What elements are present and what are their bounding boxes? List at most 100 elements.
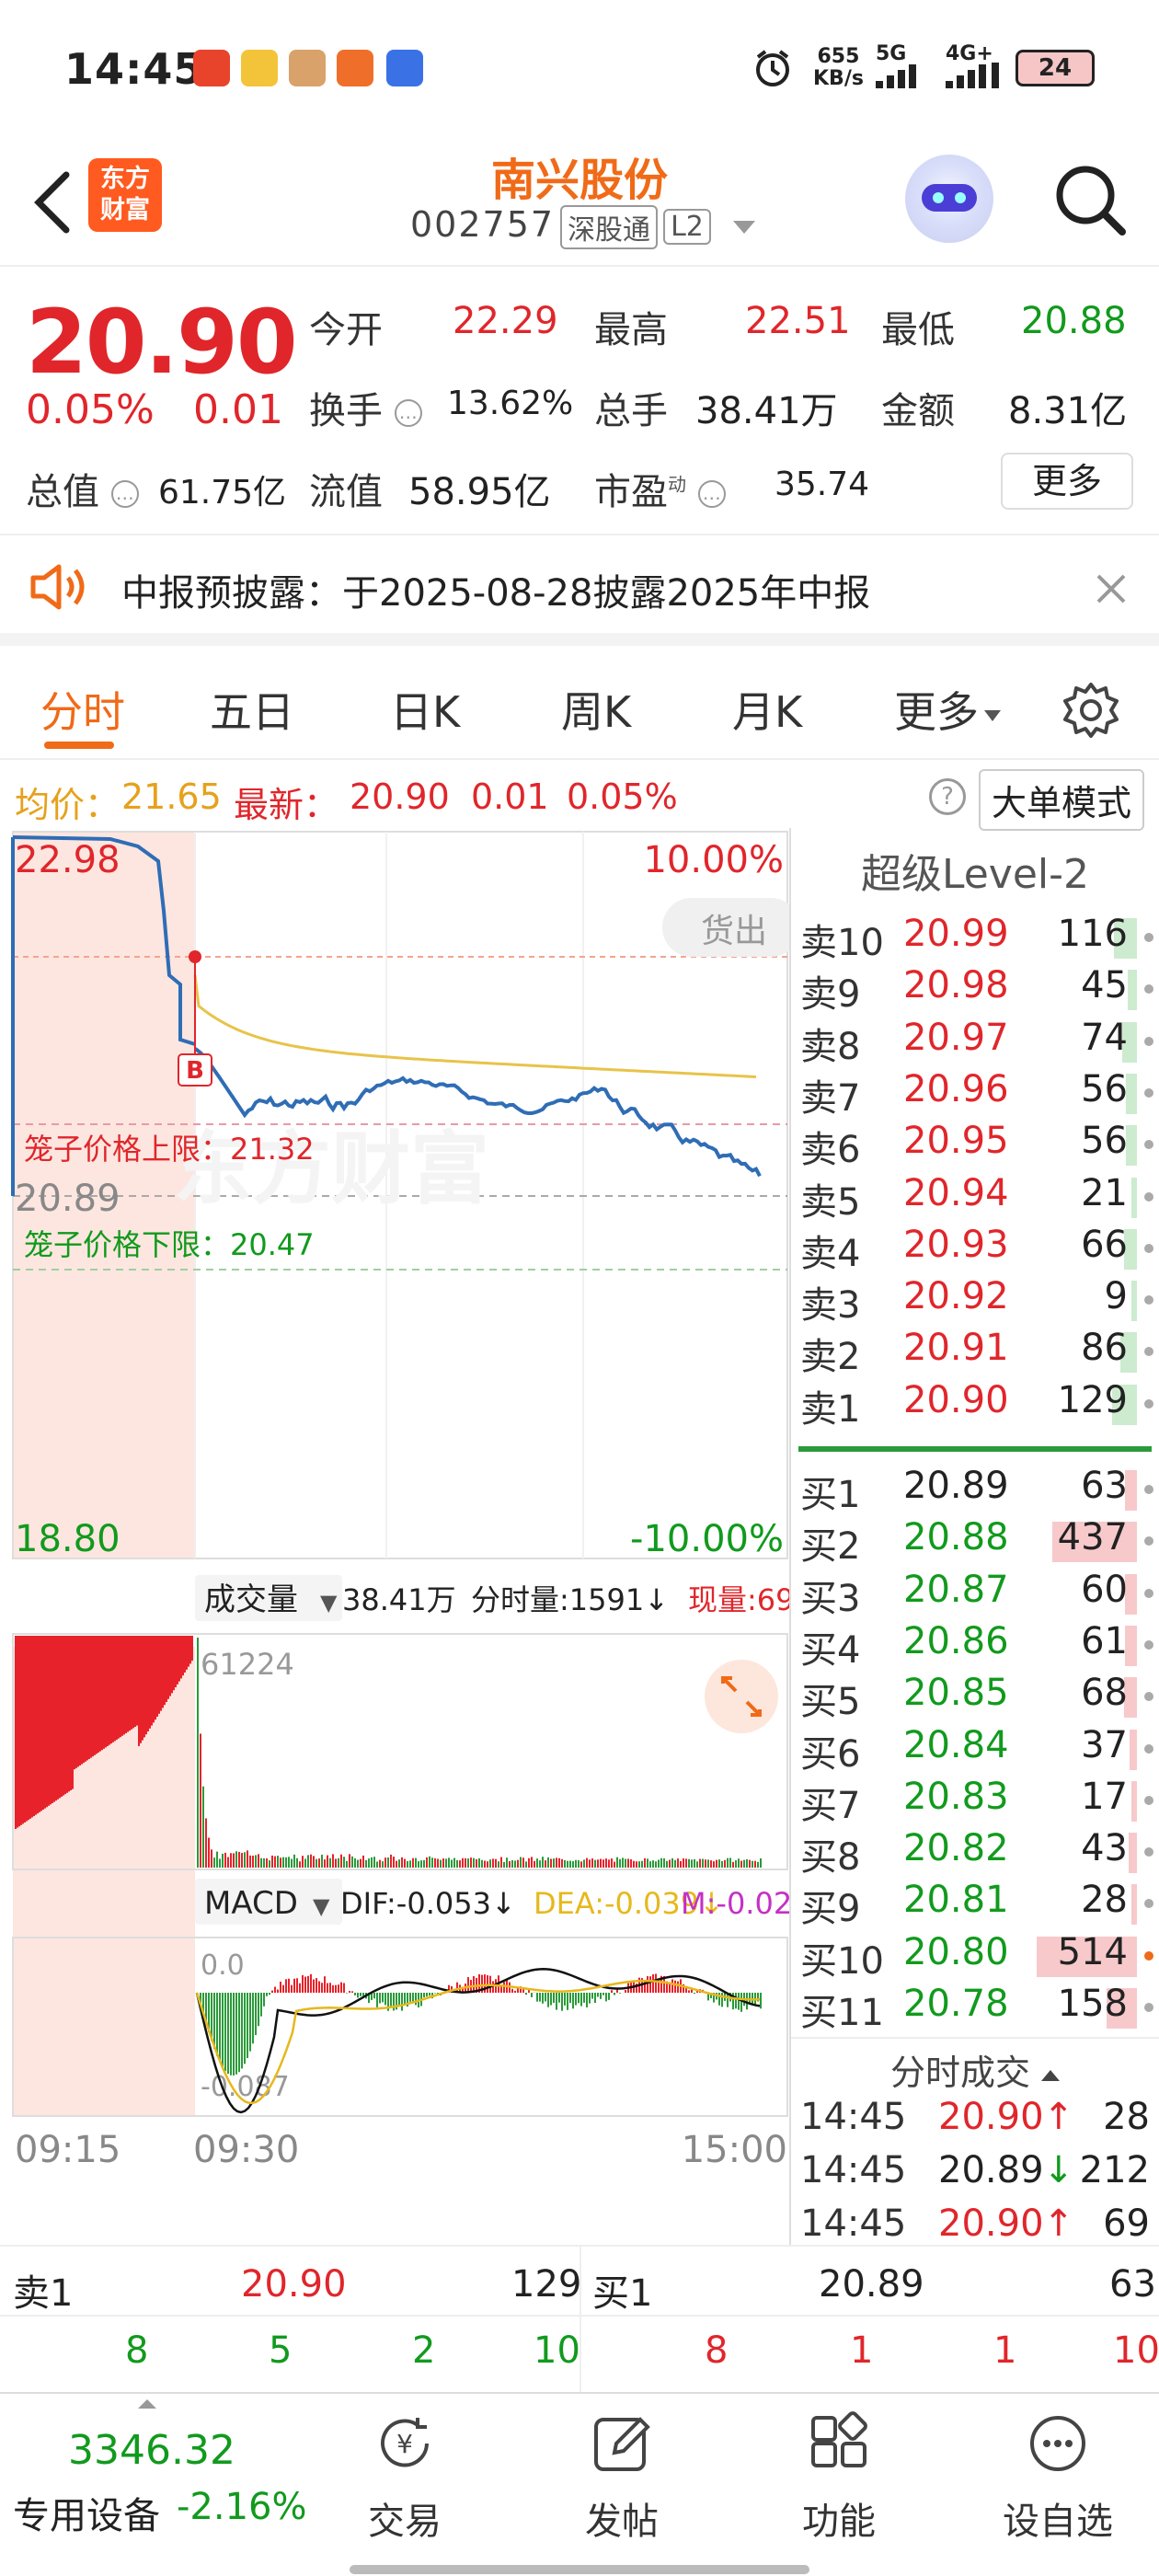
bottom-nav: 3346.32 专用设备 -2.16% ¥ 交易 发帖 功能 设自选	[0, 2392, 1159, 2576]
ask-row[interactable]: 卖6 20.95 56	[800, 1120, 1159, 1171]
volume-bar	[718, 1859, 720, 1868]
volume-bar	[33, 1636, 35, 1816]
bid-row[interactable]: 买1 20.89 63	[800, 1465, 1159, 1516]
ask-row[interactable]: 卖7 20.96 56	[800, 1068, 1159, 1120]
close-icon[interactable]	[1093, 570, 1130, 607]
search-icon[interactable]	[1049, 158, 1131, 241]
macd-bar	[219, 1993, 221, 2063]
sell1-volume: 129	[511, 2263, 582, 2306]
mktcap-value: 61.75亿	[158, 474, 287, 512]
macd-bar	[503, 1982, 505, 1993]
order-book-title[interactable]: 超级Level-2	[791, 841, 1159, 900]
intraday-chart-svg[interactable]: B 东方财富 22.98 10.00% 20.89 18.80 -10.00% …	[0, 828, 835, 2245]
macd-bar	[373, 1993, 375, 1999]
volume-bar	[324, 1859, 326, 1868]
macd-bar	[594, 1993, 596, 2004]
dot-icon	[1144, 1191, 1153, 1202]
macd-bar	[589, 1993, 591, 2004]
volume-bar	[249, 1855, 251, 1868]
assistant-robot-icon[interactable]	[905, 155, 993, 243]
volume-bar	[156, 1636, 158, 1717]
home-indicator[interactable]	[350, 2565, 809, 2574]
bid-row[interactable]: 买4 20.86 61	[800, 1620, 1159, 1672]
volume-bar	[517, 1859, 519, 1868]
notice-bar[interactable]: 中报预披露：于2025-08-28披露2025年中报	[0, 535, 1159, 646]
info-icon[interactable]: …	[697, 480, 726, 508]
ask-row[interactable]: 卖2 20.91 86	[800, 1327, 1159, 1378]
info-icon[interactable]: …	[110, 480, 139, 508]
expand-icon[interactable]	[705, 1660, 778, 1733]
stock-code-row[interactable]: 002757 深股通 L2	[410, 204, 755, 249]
trade-price: 20.90	[938, 2202, 1044, 2245]
nav-post[interactable]: 发帖	[557, 2410, 686, 2545]
macd-bar	[318, 1981, 320, 1993]
tab-weekly-k[interactable]: 周K	[561, 679, 631, 740]
volume-bar	[418, 1861, 419, 1868]
macd-bar	[531, 1993, 533, 1997]
bid-row[interactable]: 买11 20.78 158	[800, 1983, 1159, 2034]
trade-volume: 212	[1079, 2149, 1150, 2191]
trades-title[interactable]: 分时成交	[791, 2037, 1159, 2095]
volume-bar	[224, 1852, 226, 1868]
ask-row[interactable]: 卖3 20.92 9	[800, 1275, 1159, 1327]
bid-row[interactable]: 买2 20.88 437	[800, 1516, 1159, 1568]
macd-bar	[545, 1993, 546, 2002]
volume-bar	[18, 1636, 20, 1827]
bid-row[interactable]: 买8 20.82 43	[800, 1827, 1159, 1879]
volume-bar	[506, 1857, 508, 1868]
volume-bar	[109, 1636, 110, 1745]
volume-bar	[407, 1860, 408, 1868]
bid-row[interactable]: 买9 20.81 28	[800, 1879, 1159, 1930]
intraday-chart[interactable]: B 东方财富 22.98 10.00% 20.89 18.80 -10.00% …	[0, 828, 835, 2245]
volume-bar	[125, 1636, 127, 1733]
gear-icon[interactable]	[1061, 681, 1120, 740]
ask-row[interactable]: 卖1 20.90 129	[800, 1379, 1159, 1431]
order-book[interactable]: 超级Level-2 卖10 20.99 116 卖9 20.98 45 卖8 20.97 74 卖…	[789, 828, 1159, 2245]
info-icon[interactable]: …	[394, 399, 422, 427]
macd-dif: DIF:-0.053↓	[340, 1886, 516, 1921]
macd-bar	[329, 1983, 331, 1993]
volume-per-minute: 分时量:1591↓	[471, 1582, 669, 1617]
ask-row[interactable]: 卖10 20.99 116	[800, 913, 1159, 964]
volume-bar	[360, 1858, 361, 1868]
volume-bar	[729, 1857, 731, 1868]
ask-price: 20.92	[903, 1275, 1009, 1318]
tab-daily-k[interactable]: 日K	[390, 679, 460, 740]
index-widget[interactable]: 3346.32 专用设备 -2.16%	[0, 2394, 313, 2559]
volume-bar	[426, 1857, 428, 1868]
bid-row[interactable]: 买10 20.80 514	[800, 1931, 1159, 1983]
bid-row[interactable]: 买6 20.84 37	[800, 1724, 1159, 1776]
volume-bar	[302, 1856, 304, 1868]
macd-bar	[760, 1993, 762, 2009]
ask-volume: 56	[1081, 1067, 1128, 1110]
tab-five-day[interactable]: 五日	[210, 679, 294, 740]
tab-monthly-k[interactable]: 月K	[732, 679, 802, 740]
bid-price: 20.80	[903, 1930, 1009, 1973]
bid-volume: 37	[1081, 1723, 1128, 1766]
volume-bar	[396, 1860, 397, 1868]
bid-row[interactable]: 买7 20.83 17	[800, 1776, 1159, 1827]
ask-row[interactable]: 卖8 20.97 74	[800, 1017, 1159, 1068]
big-order-mode-button[interactable]: 大单模式	[979, 769, 1145, 831]
volume-bar	[536, 1858, 538, 1868]
volume-label: 总手	[594, 390, 668, 432]
tab-intraday[interactable]: 分时	[40, 679, 125, 740]
nav-trade[interactable]: ¥ 交易	[340, 2410, 469, 2545]
ask-label: 卖4	[800, 1232, 861, 1275]
ask-row[interactable]: 卖5 20.94 21	[800, 1172, 1159, 1224]
bid-label: 买7	[800, 1784, 861, 1827]
more-button[interactable]: 更多	[1001, 453, 1133, 510]
ask-row[interactable]: 卖4 20.93 66	[800, 1224, 1159, 1275]
ask-row[interactable]: 卖9 20.98 45	[800, 964, 1159, 1016]
tab-more[interactable]: 更多	[894, 679, 1001, 740]
help-icon[interactable]: ?	[929, 778, 966, 815]
bid-row[interactable]: 买3 20.87 60	[800, 1569, 1159, 1620]
macd-m: M:-0.028↓	[681, 1886, 789, 1921]
nav-add-watchlist[interactable]: 设自选	[993, 2410, 1122, 2545]
volume-bar	[404, 1858, 406, 1868]
nav-functions[interactable]: 功能	[775, 2410, 903, 2545]
bid-row[interactable]: 买5 20.85 68	[800, 1672, 1159, 1723]
listen-app-icon	[193, 50, 230, 86]
trade-row: 14:45 20.90 ↑ 28	[800, 2096, 1159, 2147]
ask-label: 卖3	[800, 1284, 861, 1328]
